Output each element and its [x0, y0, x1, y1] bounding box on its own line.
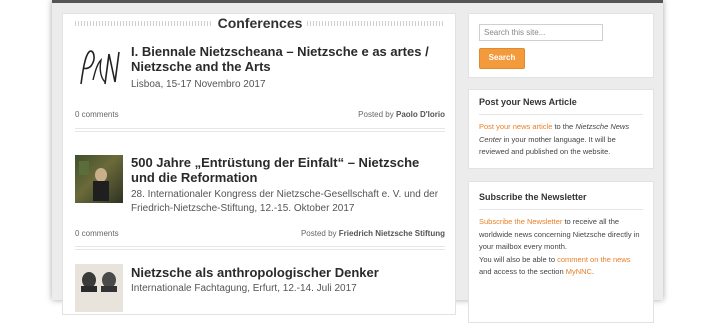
- post-title[interactable]: 500 Jahre „Entrüstung der Einfalt“ – Nie…: [131, 155, 431, 185]
- top-bar: [52, 0, 663, 3]
- byline-prefix: Posted by: [300, 229, 337, 238]
- text: to the: [552, 122, 576, 131]
- post-subtitle: 28. Internationaler Kongress der Nietzsc…: [131, 189, 439, 214]
- newsletter-widget: Subscribe the Newsletter Subscribe the N…: [468, 181, 654, 323]
- byline: Posted by Paolo D'Iorio: [358, 110, 445, 119]
- search-widget: Search this site... Search: [468, 13, 654, 78]
- divider: [75, 249, 445, 250]
- text: and access to the section: [479, 267, 566, 276]
- divider: [75, 128, 445, 129]
- divider: [479, 114, 643, 115]
- search-input[interactable]: Search this site...: [479, 24, 603, 41]
- post-item: I. Biennale Nietzscheana – Nietzsche e a…: [75, 44, 445, 144]
- byline: Posted by Friedrich Nietzsche Stiftung: [301, 229, 445, 238]
- divider: [75, 246, 445, 247]
- section-header: Conferences: [63, 14, 455, 38]
- post-item: 500 Jahre „Entrüstung der Einfalt“ – Nie…: [75, 155, 445, 255]
- section-title: Conferences: [217, 15, 303, 31]
- painting-thumbnail[interactable]: [75, 155, 123, 203]
- byline-prefix: Posted by: [358, 110, 394, 119]
- portraits-thumbnail[interactable]: [75, 264, 123, 312]
- mynnc-link[interactable]: MyNNC: [566, 267, 592, 276]
- divider: [75, 131, 445, 132]
- post-subtitle: Lisboa, 15-17 Novembro 2017: [131, 79, 266, 90]
- post-news-link[interactable]: Post your news article: [479, 122, 552, 131]
- author-link[interactable]: Friedrich Nietzsche Stiftung: [339, 229, 445, 238]
- author-link[interactable]: Paolo D'Iorio: [396, 110, 445, 119]
- text: .: [591, 267, 595, 276]
- widget-body: Subscribe the Newsletter to receive all …: [479, 216, 645, 279]
- subscribe-link[interactable]: Subscribe the Newsletter: [479, 217, 562, 226]
- widget-title: Post your News Article: [479, 97, 577, 107]
- header-rule-right: [307, 21, 443, 26]
- signature-logo-icon[interactable]: [75, 44, 123, 92]
- content-column: Conferences I. Biennale Nietzscheana – N…: [62, 13, 456, 315]
- news-widget: Post your News Article Post your news ar…: [468, 89, 654, 169]
- post-title[interactable]: Nietzsche als anthropologischer Denker: [131, 265, 431, 280]
- widget-title: Subscribe the Newsletter: [479, 192, 587, 202]
- header-rule-left: [75, 21, 213, 26]
- page-frame: Conferences I. Biennale Nietzscheana – N…: [52, 0, 663, 323]
- post-subtitle: Internationale Fachtagung, Erfurt, 12.-1…: [131, 283, 357, 294]
- comment-news-link[interactable]: comment on the news: [557, 255, 630, 264]
- post-title[interactable]: I. Biennale Nietzscheana – Nietzsche e a…: [131, 44, 431, 74]
- divider: [479, 209, 643, 210]
- comments-link[interactable]: 0 comments: [75, 229, 119, 238]
- post-item: Nietzsche als anthropologischer Denker I…: [75, 264, 445, 324]
- widget-body: Post your news article to the Nietzsche …: [479, 121, 645, 159]
- comments-link[interactable]: 0 comments: [75, 110, 119, 119]
- search-button[interactable]: Search: [479, 48, 525, 69]
- text: You will also be able to: [479, 254, 558, 264]
